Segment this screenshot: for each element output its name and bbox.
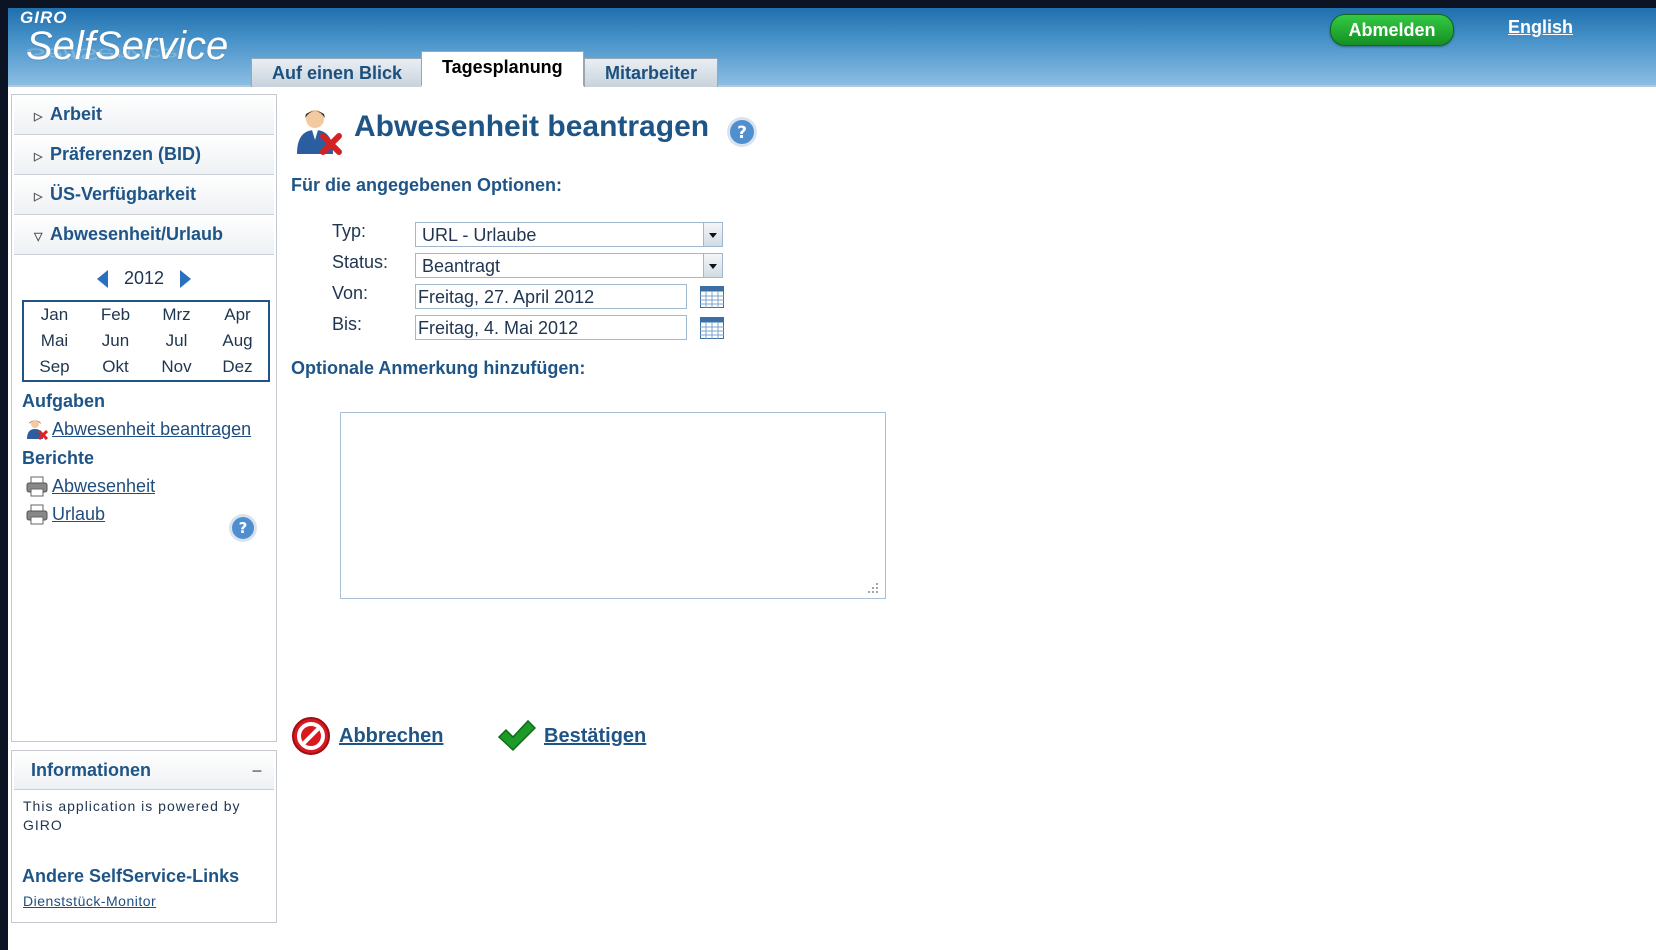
month-picker: Jan Feb Mrz Apr Mai Jun Jul Aug Sep Okt … [22, 300, 270, 382]
help-icon[interactable]: ? [228, 513, 258, 543]
dienststueck-monitor-link[interactable]: Dienststück-Monitor [23, 893, 156, 909]
checkmark-icon [497, 719, 536, 752]
sidebar-item-praeferenzen[interactable]: ▷ Präferenzen (BID) [14, 135, 274, 175]
sidebar-item-ues-verfuegbarkeit[interactable]: ▷ ÜS-Verfügbarkeit [14, 175, 274, 215]
month-nov[interactable]: Nov [146, 354, 207, 380]
logout-button[interactable]: Abmelden [1330, 14, 1454, 46]
month-jun[interactable]: Jun [85, 328, 146, 354]
report-link-urlaub[interactable]: Urlaub [26, 503, 105, 525]
options-heading: Für die angegebenen Optionen: [291, 175, 563, 195]
year-navigator: 2012 [12, 263, 276, 293]
sidebar-item-label: Abwesenheit/Urlaub [50, 224, 224, 244]
triangle-down-icon: ▽ [34, 231, 43, 243]
triangle-right-icon: ▷ [34, 111, 43, 123]
typ-select-value: URL - Urlaube [422, 225, 537, 245]
triangle-right-icon: ▷ [34, 151, 43, 163]
note-heading: Optionale Anmerkung hinzufügen: [291, 358, 586, 378]
report-link-label: Urlaub [52, 503, 106, 524]
cancel-label: Abbrechen [339, 724, 444, 747]
powered-by-text: This application is powered by GIRO [23, 798, 241, 833]
header-bar: GIRO SelfService SelfService Auf einen B… [8, 8, 1656, 87]
information-panel: Informationen – This application is powe… [11, 750, 277, 923]
user-absence-icon [297, 110, 342, 155]
help-icon[interactable]: ? [726, 116, 758, 148]
von-date-input[interactable]: Freitag, 27. April 2012 [415, 284, 687, 309]
status-select-value: Beantragt [422, 256, 501, 276]
month-jul[interactable]: Jul [146, 328, 207, 354]
tab-auf-einen-blick[interactable]: Auf einen Blick [251, 58, 424, 87]
report-link-abwesenheit[interactable]: Abwesenheit [26, 475, 155, 497]
chevron-down-icon[interactable] [703, 223, 722, 246]
tasks-heading: Aufgaben [22, 391, 105, 411]
month-mai[interactable]: Mai [24, 328, 85, 354]
note-textarea[interactable] [340, 412, 886, 599]
information-heading: Informationen – [14, 751, 274, 790]
confirm-button[interactable]: Bestätigen [496, 716, 646, 756]
calendar-icon[interactable] [700, 286, 724, 308]
month-feb[interactable]: Feb [85, 302, 146, 328]
confirm-label: Bestätigen [544, 724, 647, 747]
resize-grip-icon[interactable] [867, 582, 879, 594]
sidebar: ▷ Arbeit ▷ Präferenzen (BID) ▷ ÜS-Verfügbar… [11, 94, 277, 742]
sidebar-item-label: ÜS-Verfügbarkeit [50, 184, 197, 204]
information-heading-label: Informationen [31, 760, 151, 780]
next-year-icon[interactable] [180, 270, 192, 289]
year-label: 2012 [123, 268, 165, 288]
report-link-label: Abwesenheit [52, 475, 156, 496]
tab-mitarbeiter[interactable]: Mitarbeiter [584, 58, 719, 87]
task-link-label: Abwesenheit beantragen [52, 418, 252, 439]
month-aug[interactable]: Aug [207, 328, 268, 354]
typ-select[interactable]: URL - Urlaube [415, 222, 723, 247]
user-absence-icon [27, 420, 48, 440]
tab-tagesplanung[interactable]: Tagesplanung [421, 51, 584, 87]
page-title: Abwesenheit beantragen [354, 110, 710, 143]
sidebar-item-abwesenheit-urlaub[interactable]: ▽ Abwesenheit/Urlaub [14, 215, 274, 255]
language-link[interactable]: English [1508, 17, 1573, 38]
sidebar-item-arbeit[interactable]: ▷ Arbeit [14, 95, 274, 135]
triangle-right-icon: ▷ [34, 191, 43, 203]
minimize-icon[interactable]: – [252, 751, 262, 789]
status-label: Status: [332, 252, 389, 272]
month-apr[interactable]: Apr [207, 302, 268, 328]
app-window: GIRO SelfService SelfService Auf einen B… [8, 8, 1656, 950]
printer-icon [26, 476, 48, 497]
previous-year-icon[interactable] [96, 270, 108, 289]
month-dez[interactable]: Dez [207, 354, 268, 380]
cancel-button[interactable]: Abbrechen [291, 716, 443, 756]
task-link-abwesenheit-beantragen[interactable]: Abwesenheit beantragen [26, 418, 251, 440]
month-jan[interactable]: Jan [24, 302, 85, 328]
brand-logo-reflection: SelfService [26, 44, 178, 63]
bis-label: Bis: [332, 314, 363, 334]
svg-text:?: ? [737, 123, 747, 143]
printer-icon [26, 504, 48, 525]
month-sep[interactable]: Sep [24, 354, 85, 380]
calendar-icon[interactable] [700, 317, 724, 339]
other-links-heading: Andere SelfService-Links [22, 866, 240, 886]
month-mrz[interactable]: Mrz [146, 302, 207, 328]
bis-date-input[interactable]: Freitag, 4. Mai 2012 [415, 315, 687, 340]
sidebar-item-label: Präferenzen (BID) [50, 144, 202, 164]
month-okt[interactable]: Okt [85, 354, 146, 380]
reports-heading: Berichte [22, 448, 95, 468]
cancel-icon [292, 717, 330, 755]
chevron-down-icon[interactable] [703, 254, 722, 277]
von-label: Von: [332, 283, 369, 303]
typ-label: Typ: [332, 221, 367, 241]
svg-text:?: ? [239, 519, 248, 537]
status-select[interactable]: Beantragt [415, 253, 723, 278]
sidebar-item-label: Arbeit [50, 104, 103, 124]
